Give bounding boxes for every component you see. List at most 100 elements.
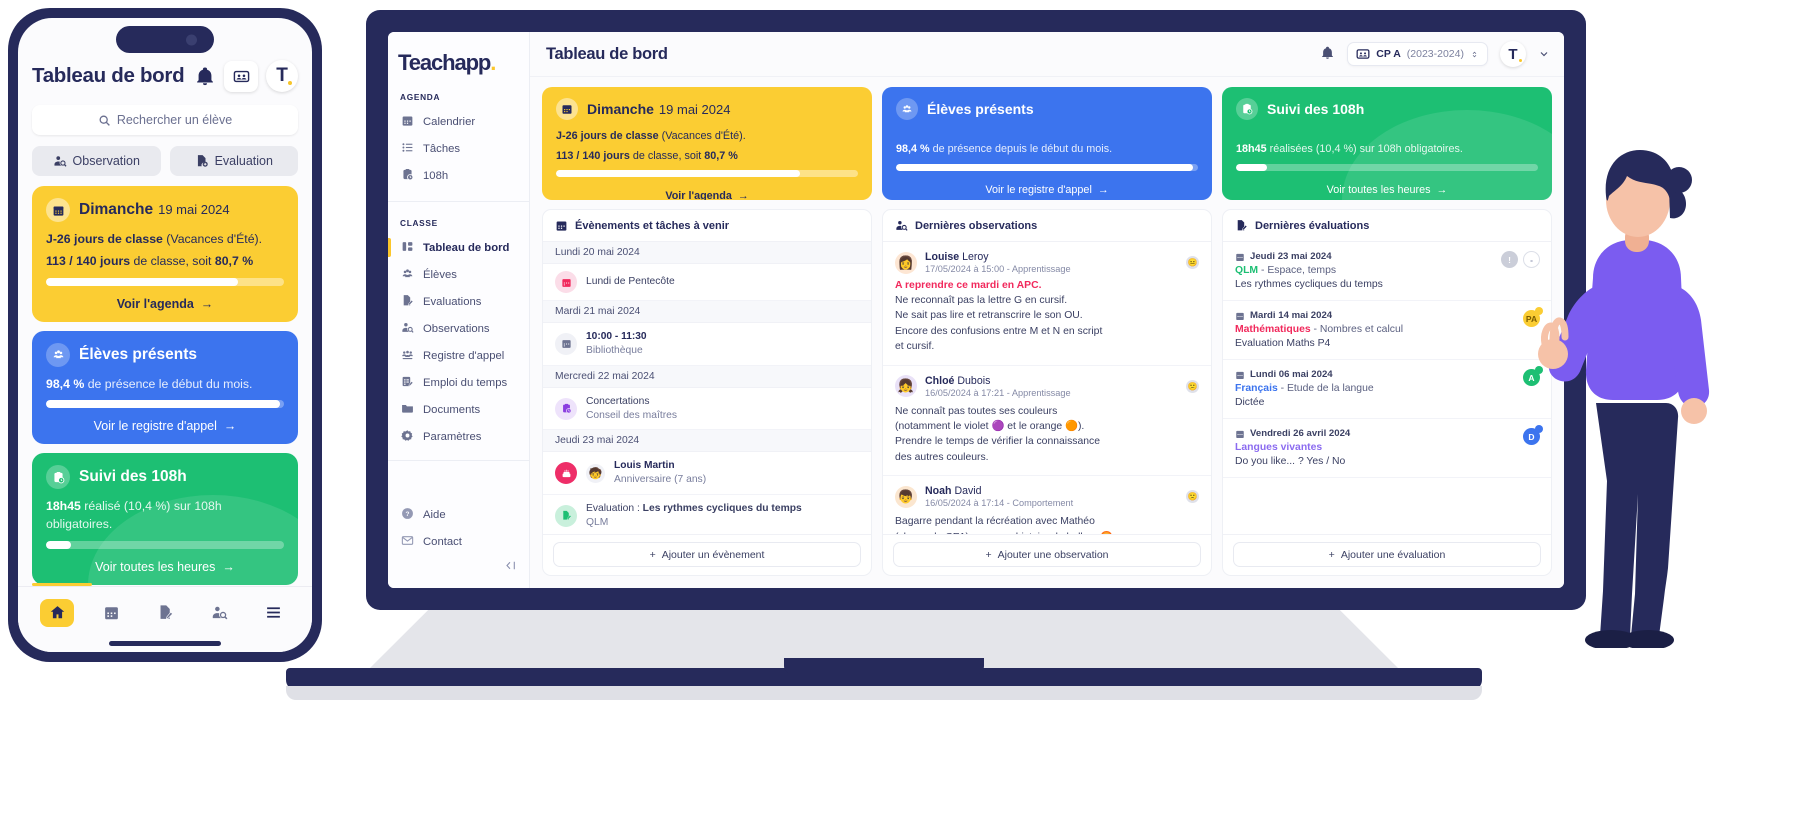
card-title: Suivi des 108h	[1267, 101, 1365, 117]
tab-home[interactable]	[40, 598, 74, 627]
sidebar-item-label: Aide	[423, 508, 446, 521]
add-observation-button[interactable]: + Ajouter une observation	[893, 542, 1201, 567]
day-header: Mardi 21 mai 2024	[543, 301, 871, 323]
dashboard-icon	[400, 240, 415, 256]
card-line2-bold2: 80,7 %	[214, 253, 254, 268]
observation-icon	[54, 156, 67, 167]
observation-item[interactable]: 👩 Louise Leroy 17/05/2024 à 15:00 - Appr…	[883, 242, 1211, 366]
evaluation-date: Lundi 06 mai 2024	[1235, 369, 1539, 380]
avatar[interactable]: T	[1500, 41, 1526, 67]
card-cta[interactable]: Voir toutes les heures →	[1236, 184, 1538, 196]
evaluation-title: Dictée	[1235, 397, 1265, 408]
list-item[interactable]: Lundi de Pentecôte	[543, 264, 871, 301]
evaluation-date: Mardi 14 mai 2024	[1235, 310, 1539, 321]
evaluation-icon	[555, 504, 577, 527]
observation-item[interactable]: 👧 Chloé Dubois 16/05/2024 à 17:21 - Appr…	[883, 366, 1211, 477]
card-cta[interactable]: Voir l'agenda →	[556, 190, 858, 200]
tab-calendar[interactable]	[94, 599, 128, 627]
sidebar-item-taches[interactable]: Tâches	[388, 135, 529, 162]
sidebar-item-evaluations[interactable]: Evaluations	[388, 288, 529, 315]
card-cta[interactable]: Voir le registre d'appel →	[896, 184, 1198, 196]
hamburger-icon	[266, 607, 280, 618]
sidebar-item-parametres[interactable]: Paramètres	[388, 423, 529, 450]
event-text: Concertations Conseil des maîtres	[586, 395, 677, 423]
sidebar-item-observations[interactable]: Observations	[388, 315, 529, 342]
card-cta[interactable]: Voir toutes les heures →	[46, 560, 284, 574]
list-item[interactable]: Concertations Conseil des maîtres	[543, 388, 871, 431]
evaluation-subject: Langues vivantes	[1235, 442, 1323, 453]
observation-date: 17/05/2024 à 15:00 - Apprentissage	[925, 264, 1071, 274]
panel-agenda: Évènements et tâches à venir Lundi 20 ma…	[542, 209, 872, 576]
bell-icon[interactable]	[194, 65, 216, 87]
card-agenda[interactable]: Dimanche 19 mai 2024 J-26 jours de classe…	[32, 186, 298, 322]
evaluation-title: Les rythmes cycliques du temps	[1235, 279, 1383, 290]
topbar: Tableau de bord CP A (2023-2024) T	[530, 32, 1564, 77]
sidebar-item-tableau-de-bord[interactable]: Tableau de bord	[388, 234, 529, 261]
observation-item[interactable]: 👦 Noah David 16/05/2024 à 17:14 - Compor…	[883, 476, 1211, 534]
sidebar-item-108h[interactable]: 108h	[388, 162, 529, 189]
sidebar-item-eleves[interactable]: Élèves	[388, 261, 529, 288]
screenshot-root: Tableau de bord T Rechercher un élève Ob…	[0, 0, 1817, 836]
phone-class-selector[interactable]	[224, 60, 258, 92]
search-input[interactable]: Rechercher un élève	[32, 105, 298, 135]
add-observation-label: Ajouter une observation	[997, 548, 1109, 561]
card-title: Élèves présents	[927, 101, 1034, 117]
student-firstname: Noah	[925, 485, 952, 498]
mood-icon: 😕	[1186, 379, 1199, 393]
person-illustration	[1538, 150, 1710, 648]
card-cta[interactable]: Voir l'agenda →	[46, 297, 284, 311]
app-logo[interactable]: Teachapp.	[388, 46, 529, 76]
tab-evaluations[interactable]	[148, 599, 182, 627]
panel-header: Dernières observations	[883, 210, 1211, 242]
list-item[interactable]: 🧒 Louis Martin Anniversaire (7 ans)	[543, 452, 871, 496]
tab-observations[interactable]	[202, 599, 236, 627]
mood-emoji: 🙁	[1187, 492, 1198, 502]
sidebar-item-documents[interactable]: Documents	[388, 396, 529, 423]
stat-card-presence[interactable]: Élèves présents 98,4 % de présence depui…	[882, 87, 1212, 200]
sidebar-item-registre-dappel[interactable]: Registre d'appel	[388, 342, 529, 369]
list-item[interactable]: Evaluation : Les rythmes cycliques du te…	[543, 495, 871, 534]
observation-icon	[400, 321, 415, 337]
sidebar-item-aide[interactable]: ? Aide	[388, 501, 529, 528]
card-presence[interactable]: Élèves présents 98,4 % de présence le dé…	[32, 330, 298, 445]
sidebar-item-label: Calendrier	[423, 115, 476, 128]
laptop-screen: Teachapp. AGENDA Calendrier Tâches 108h …	[388, 32, 1564, 588]
clipboard-clock-icon	[555, 397, 577, 420]
sidebar-item-contact[interactable]: Contact	[388, 528, 529, 555]
card-cta[interactable]: Voir le registre d'appel →	[46, 419, 284, 433]
add-evaluation-button[interactable]: + Ajouter une évaluation	[1233, 542, 1541, 567]
sidebar-item-emploi-du-temps[interactable]: Emploi du temps	[388, 369, 529, 396]
panel-title: Dernières évaluations	[1255, 219, 1370, 232]
students-icon	[400, 267, 415, 283]
evaluation-button[interactable]: Evaluation	[169, 146, 298, 176]
class-selector[interactable]: CP A (2023-2024)	[1347, 42, 1488, 66]
observation-meta: Noah David 16/05/2024 à 17:14 - Comporte…	[925, 485, 1073, 508]
card-line1-rest: (Vacances d'Été).	[162, 232, 263, 246]
logo-text: Teachapp	[398, 50, 491, 75]
stat-card-agenda[interactable]: Dimanche 19 mai 2024 J-26 jours de classe…	[542, 87, 872, 200]
add-event-button[interactable]: + Ajouter un évènement	[553, 542, 861, 567]
evaluation-title: Do you like... ? Yes / No	[1235, 456, 1346, 467]
tab-menu[interactable]	[256, 599, 290, 627]
list-item[interactable]: 10:00 - 11:30 Bibliothèque	[543, 323, 871, 366]
event-title: Concertations	[586, 395, 650, 407]
card-line2-mid: de classe, soit	[629, 149, 705, 162]
mail-icon	[400, 534, 415, 550]
panel-body: Lundi 20 mai 2024 Lundi de Pentecôte Mar…	[543, 242, 871, 534]
plus-icon: +	[649, 548, 656, 561]
gear-icon	[400, 429, 415, 445]
chevron-down-icon[interactable]	[1538, 48, 1550, 60]
panel-body: 👩 Louise Leroy 17/05/2024 à 15:00 - Appr…	[883, 242, 1211, 534]
card-line-1: J-26 jours de classe (Vacances d'Été).	[556, 129, 858, 145]
sidebar-item-calendrier[interactable]: Calendrier	[388, 108, 529, 135]
bell-icon[interactable]	[1320, 45, 1335, 63]
card-heures[interactable]: Suivi des 108h 18h45 réalisé (10,4 %) su…	[32, 453, 298, 586]
laptop-base	[286, 610, 1482, 706]
progress-fill	[46, 400, 281, 409]
observation-button[interactable]: Observation	[32, 146, 161, 176]
evaluation-subject: Mathématiques	[1235, 324, 1311, 335]
evaluation-subject-line: Mathématiques - Nombres et calcul	[1235, 324, 1404, 335]
avatar[interactable]: T	[266, 60, 298, 92]
sidebar-collapse-button[interactable]	[388, 555, 529, 578]
laptop-mockup: Teachapp. AGENDA Calendrier Tâches 108h …	[366, 10, 1586, 610]
